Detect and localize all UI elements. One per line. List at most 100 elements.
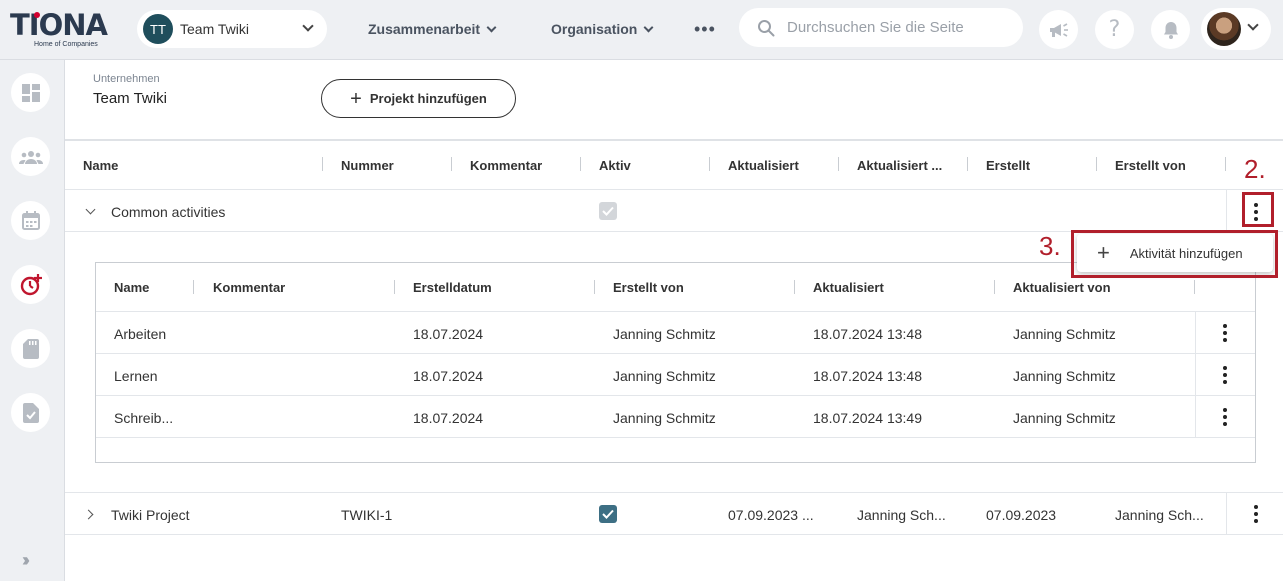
chevron-down-icon [643, 22, 654, 33]
nav-organisation[interactable]: Organisation [551, 21, 654, 37]
column-header-kommentar[interactable]: Kommentar [470, 158, 542, 173]
nested-cell-aktualisiert-von: Janning Schmitz [1013, 326, 1116, 342]
notifications-button[interactable] [1151, 10, 1190, 49]
column-separator[interactable] [967, 157, 968, 171]
row-divider [65, 534, 1283, 535]
nested-cell-aktualisiert-von: Janning Schmitz [1013, 368, 1116, 384]
row-name-twiki-project: Twiki Project [111, 507, 190, 523]
search-icon [758, 19, 775, 36]
nested-cell-aktualisiert: 18.07.2024 13:48 [813, 368, 922, 384]
page-title: Team Twiki [93, 90, 167, 107]
logo-subtitle: Home of Companies [34, 41, 98, 48]
aktiv-checkbox[interactable] [599, 505, 617, 523]
nested-column-header-aktualisiert-von[interactable]: Aktualisiert von [1013, 280, 1111, 295]
nested-column-header-erstelldatum[interactable]: Erstelldatum [413, 280, 492, 295]
add-project-label: Projekt hinzufügen [369, 91, 487, 106]
check-icon [602, 509, 614, 519]
column-separator[interactable] [1225, 157, 1226, 171]
column-separator[interactable] [1194, 280, 1195, 294]
tiona-logo[interactable]: TIONA Home of Companies [10, 8, 108, 52]
search-input[interactable] [787, 19, 1007, 36]
actions-column-divider [1226, 493, 1227, 534]
calendar-icon [21, 211, 40, 230]
nested-column-header-kommentar[interactable]: Kommentar [213, 280, 285, 295]
column-header-aktiv[interactable]: Aktiv [599, 158, 631, 173]
nested-column-header-erstellt-von[interactable]: Erstellt von [613, 280, 684, 295]
column-separator[interactable] [1096, 157, 1097, 171]
nested-row-divider [96, 437, 1255, 438]
nested-row-divider [96, 311, 1255, 312]
check-icon [602, 206, 614, 216]
bell-icon [1163, 21, 1178, 39]
nested-cell-aktualisiert-von: Janning Schmitz [1013, 410, 1116, 426]
sidebar-item-dashboard[interactable] [11, 73, 50, 112]
column-separator[interactable] [394, 280, 395, 294]
add-project-button[interactable]: + Projekt hinzufügen [321, 79, 516, 118]
nested-row-actions-kebab-icon[interactable] [1215, 322, 1235, 344]
sidebar-item-time-tracking[interactable] [11, 265, 50, 304]
task-document-icon [22, 402, 39, 423]
nested-row-actions-kebab-icon[interactable] [1215, 406, 1235, 428]
expand-sidebar-icon[interactable]: ›› [22, 550, 30, 571]
column-header-aktualisiert-von[interactable]: Aktualisiert ... [857, 158, 942, 173]
expand-row-icon[interactable] [83, 509, 94, 520]
logo-text: TIONA [10, 8, 108, 42]
help-button[interactable]: ? [1095, 10, 1134, 49]
nested-cell-erstellt-von: Janning Schmitz [613, 410, 716, 426]
column-separator[interactable] [193, 280, 194, 294]
team-selector[interactable]: TT Team Twiki [137, 10, 327, 48]
nested-cell-erstellt-von: Janning Schmitz [613, 326, 716, 342]
chevron-down-icon [1247, 19, 1259, 31]
nested-cell-erstelldatum: 18.07.2024 [413, 326, 484, 342]
column-header-erstellt[interactable]: Erstellt [986, 158, 1030, 173]
nested-column-header-name[interactable]: Name [114, 280, 149, 295]
row-actions-kebab-icon[interactable] [1246, 503, 1266, 525]
row-divider [65, 189, 1283, 190]
column-separator[interactable] [322, 157, 323, 171]
annotation-highlight-popup [1071, 230, 1278, 278]
table-top-border [65, 139, 1283, 141]
column-separator[interactable] [580, 157, 581, 171]
nav-zusammenarbeit-label: Zusammenarbeit [368, 21, 481, 37]
column-separator[interactable] [451, 157, 452, 171]
collapse-row-icon[interactable] [85, 204, 96, 215]
nested-row-actions-kebab-icon[interactable] [1215, 364, 1235, 386]
announcements-button[interactable] [1039, 10, 1078, 49]
nested-column-header-aktualisiert[interactable]: Aktualisiert [813, 280, 884, 295]
nested-cell-erstelldatum: 18.07.2024 [413, 410, 484, 426]
row-aktualisiert-von: Janning Sch... [857, 507, 946, 523]
aktiv-checkbox-disabled [599, 202, 617, 220]
sidebar-item-memory[interactable] [11, 329, 50, 368]
column-header-erstellt-von[interactable]: Erstellt von [1115, 158, 1186, 173]
sidebar-item-tasks[interactable] [11, 393, 50, 432]
dashboard-icon [21, 83, 40, 102]
column-separator[interactable] [594, 280, 595, 294]
more-menu-icon[interactable]: ••• [694, 20, 716, 38]
row-name-common-activities: Common activities [111, 204, 226, 220]
nested-actions-divider [1195, 312, 1196, 438]
column-header-nummer[interactable]: Nummer [341, 158, 394, 173]
column-header-aktualisiert[interactable]: Aktualisiert [728, 158, 799, 173]
column-separator[interactable] [838, 157, 839, 171]
nested-cell-name: Lernen [114, 368, 158, 384]
breadcrumb-label: Unternehmen [93, 73, 160, 85]
annotation-highlight-kebab [1242, 192, 1274, 227]
nav-zusammenarbeit[interactable]: Zusammenarbeit [368, 21, 497, 37]
team-avatar: TT [143, 14, 173, 44]
annotation-step-2: 2. [1244, 154, 1266, 184]
sidebar-item-people[interactable] [11, 137, 50, 176]
column-header-name[interactable]: Name [83, 158, 118, 173]
nested-cell-aktualisiert: 18.07.2024 13:48 [813, 326, 922, 342]
nested-row-divider [96, 353, 1255, 354]
search-box[interactable] [739, 8, 1023, 47]
column-separator[interactable] [994, 280, 995, 294]
sidebar-item-calendar[interactable] [11, 201, 50, 240]
column-separator[interactable] [794, 280, 795, 294]
row-erstellt: 07.09.2023 [986, 507, 1057, 523]
people-icon [18, 150, 43, 164]
column-separator[interactable] [709, 157, 710, 171]
user-menu[interactable] [1201, 8, 1271, 50]
megaphone-icon [1049, 22, 1068, 37]
chevron-down-icon [486, 22, 497, 33]
question-icon: ? [1108, 17, 1121, 42]
